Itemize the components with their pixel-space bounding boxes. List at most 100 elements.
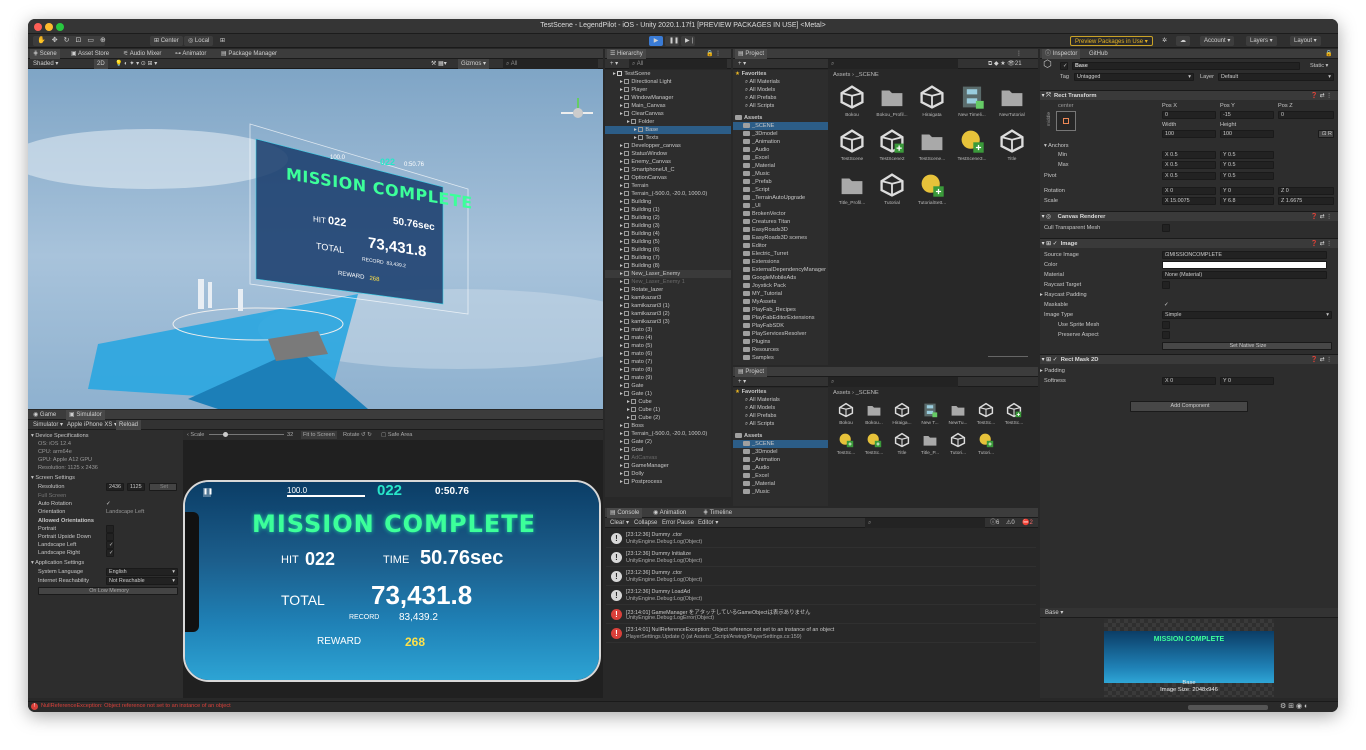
rect-tool-icon[interactable]: ▭ <box>87 36 94 46</box>
project-asset-tile[interactable]: TestSc... <box>860 432 888 466</box>
raycast-padding-foldout[interactable]: ▸ Raycast Padding <box>1040 291 1087 299</box>
posx-field[interactable]: 0 <box>1162 111 1216 119</box>
project-folder-item[interactable]: EasyRoads3D scenes <box>733 234 828 242</box>
project-folder-item[interactable]: Joystick Pack <box>733 282 828 290</box>
hierarchy-item[interactable]: ▸ Gate (1) <box>605 390 731 398</box>
hierarchy-item[interactable]: ▸ kamikazari3 (2) <box>605 310 731 318</box>
status-icons[interactable]: ⚙ ⊞ ◉ ◐ <box>1280 702 1308 710</box>
layer-dropdown[interactable]: Default ▾ <box>1218 73 1334 81</box>
hierarchy-item[interactable]: ▸ Main_Canvas <box>605 102 731 110</box>
console-error-count[interactable]: ⛔2 <box>1019 518 1036 528</box>
project-folder-item[interactable]: _Material <box>733 162 828 170</box>
hierarchy-item[interactable]: ▸ Rotate_lazer <box>605 286 731 294</box>
project-folder-item[interactable]: ★ Favorites <box>733 70 828 78</box>
use-sprite-mesh-checkbox[interactable] <box>1162 321 1170 329</box>
hierarchy-item[interactable]: ▸ AdCanvas <box>605 454 731 462</box>
error-pause-button[interactable]: Error Pause <box>659 518 697 528</box>
project-asset-tile[interactable]: Title_P... <box>916 432 944 466</box>
preserve-aspect-checkbox[interactable] <box>1162 331 1170 339</box>
favorite-item[interactable]: ⌕ All Models <box>733 404 828 412</box>
hierarchy-item[interactable]: ▸ Cube <box>605 398 731 406</box>
hierarchy-item[interactable]: ▸ Building (7) <box>605 254 731 262</box>
scene-search-input[interactable]: ⌕ All <box>503 59 598 69</box>
fit-to-screen-button[interactable]: Fit to Screen <box>301 431 337 439</box>
hierarchy-item[interactable]: ▸ Building (4) <box>605 230 731 238</box>
app-settings-header[interactable]: ▾ Application Settings <box>31 559 84 567</box>
hierarchy-item[interactable]: ▸ Player <box>605 86 731 94</box>
layout-dropdown[interactable]: Layout ▾ <box>1290 36 1321 46</box>
rotate-tool-icon[interactable]: ↻ <box>64 36 70 46</box>
screen-settings-header[interactable]: ▾ Screen Settings <box>31 474 75 482</box>
source-image-field[interactable]: ⊡MISSIONCOMPLETE <box>1162 251 1327 259</box>
hierarchy-item[interactable]: ▸ Cube (1) <box>605 406 731 414</box>
hierarchy-item[interactable]: ▸ New_Laser_Enemy 1 <box>605 278 731 286</box>
project-asset-tile[interactable]: Hiraiga... <box>888 402 916 436</box>
color-swatch[interactable] <box>1162 261 1327 269</box>
cloud-icon[interactable]: ☁ <box>1176 36 1190 46</box>
move-tool-icon[interactable]: ✥ <box>52 36 58 46</box>
project-folder-item[interactable]: _Excel <box>733 154 828 162</box>
project-asset-tile[interactable]: Title <box>888 432 916 466</box>
portrait-checkbox[interactable] <box>106 525 114 533</box>
hierarchy-item[interactable]: ▸ mato (6) <box>605 350 731 358</box>
console-log-entry[interactable]: ! [23:12:36] Dummy Initialize UnityEngine.… <box>606 549 1036 567</box>
hierarchy-item[interactable]: ▸ mato (8) <box>605 366 731 374</box>
gizmos-dropdown[interactable]: Gizmos ▾ <box>458 59 490 69</box>
resolution-width-field[interactable]: 2436 <box>106 483 124 491</box>
project-asset-tile[interactable]: Hiraigata <box>912 84 952 118</box>
project-folder-item[interactable]: _Audio <box>733 146 828 154</box>
reload-button[interactable]: Reload <box>116 420 142 430</box>
hierarchy-item[interactable]: ▸ Building (1) <box>605 206 731 214</box>
hierarchy-item[interactable]: ▸ kamikazari3 (1) <box>605 302 731 310</box>
tag-dropdown[interactable]: Untagged ▾ <box>1074 73 1194 81</box>
tab-scene[interactable]: ⋕ Scene <box>30 49 60 59</box>
project-menu-icon[interactable]: ⋮ <box>1013 49 1025 59</box>
project-folder-item[interactable]: _Music <box>733 170 828 178</box>
hierarchy-item[interactable]: ▸ New_Laser_Enemy <box>605 270 731 278</box>
component-menu-icon[interactable]: ❓ ⇄ ⋮ <box>1311 91 1332 101</box>
project2-search-input[interactable]: ⌕ <box>828 377 958 387</box>
tab-console[interactable]: ▤ Console <box>607 508 643 518</box>
project-folder-item[interactable]: Extensions <box>733 258 828 266</box>
posy-field[interactable]: -15 <box>1220 111 1274 119</box>
project-asset-tile[interactable]: Bokou_Profil... <box>872 84 912 118</box>
portrait-upside-down-checkbox[interactable] <box>106 533 114 541</box>
lighting-icon[interactable]: 💡 ◐ ✦ ▾ ⊙ ⊞ ▾ <box>112 59 160 69</box>
hierarchy-item[interactable]: ▸ mato (3) <box>605 326 731 334</box>
hierarchy-item[interactable]: ▸ WindowManager <box>605 94 731 102</box>
safe-area-toggle[interactable]: ▢ Safe Area <box>381 430 412 440</box>
project-folder-item[interactable]: Plugins <box>733 338 828 346</box>
tools-icon[interactable]: ⚒ ▦▾ <box>428 59 450 69</box>
pivot-y-field[interactable]: Y 0.5 <box>1220 172 1274 180</box>
project-asset-tile[interactable]: Tutori... <box>972 432 1000 466</box>
project-filter-icons[interactable]: ⧉ ◆ ★ 👁21 <box>985 59 1025 69</box>
hierarchy-item[interactable]: ▸ Gate (2) <box>605 438 731 446</box>
project-folder-item[interactable]: _Prefab <box>733 178 828 186</box>
transform-tool-icon[interactable]: ⊕ <box>100 36 106 46</box>
hierarchy-item[interactable]: ▸ StatusWindow <box>605 150 731 158</box>
hierarchy-item[interactable]: ▸ Goal <box>605 446 731 454</box>
console-log-entry[interactable]: ! [23:12:36] Dummy .ctor UnityEngine.Debug… <box>606 568 1036 586</box>
scale-z-field[interactable]: Z 1.6675 <box>1278 197 1334 205</box>
tab-project[interactable]: ▤ Project <box>735 49 768 59</box>
hierarchy-item[interactable]: ▸ Developper_canvas <box>605 142 731 150</box>
status-error-message[interactable]: NullReferenceException: Object reference… <box>41 703 231 709</box>
hierarchy-item[interactable]: ▸ Base <box>605 126 731 134</box>
project-folder-item[interactable]: _Audio <box>733 464 828 472</box>
hierarchy-item[interactable]: ▸ Directional Light <box>605 78 731 86</box>
tab-simulator[interactable]: ▣ Simulator <box>66 410 105 420</box>
project-folder-item[interactable]: _SCENE <box>733 122 828 130</box>
width-field[interactable]: 100 <box>1162 130 1216 138</box>
hierarchy-item[interactable]: ▸ Folder <box>605 118 731 126</box>
hierarchy-item[interactable]: ▸ Postprocess <box>605 478 731 486</box>
project-folder-item[interactable]: PlayFab_Recipes <box>733 306 828 314</box>
anchors-foldout[interactable]: ▾ Anchors <box>1044 142 1069 150</box>
scene-viewport[interactable]: 100.0 022 0:50.76 MISSION COMPLETE HIT 0… <box>28 69 603 409</box>
project2-add-button[interactable]: + ▾ <box>735 377 749 387</box>
collapse-button[interactable]: Collapse <box>631 518 660 528</box>
project-asset-tile[interactable]: TestSc... <box>832 432 860 466</box>
pivot-x-field[interactable]: X 0.5 <box>1162 172 1216 180</box>
transform-tools[interactable]: ✋ ✥ ↻ ⊡ ▭ ⊕ <box>33 36 106 46</box>
console-warn-count[interactable]: ⚠0 <box>1003 518 1018 528</box>
resolution-height-field[interactable]: 1125 <box>127 483 145 491</box>
